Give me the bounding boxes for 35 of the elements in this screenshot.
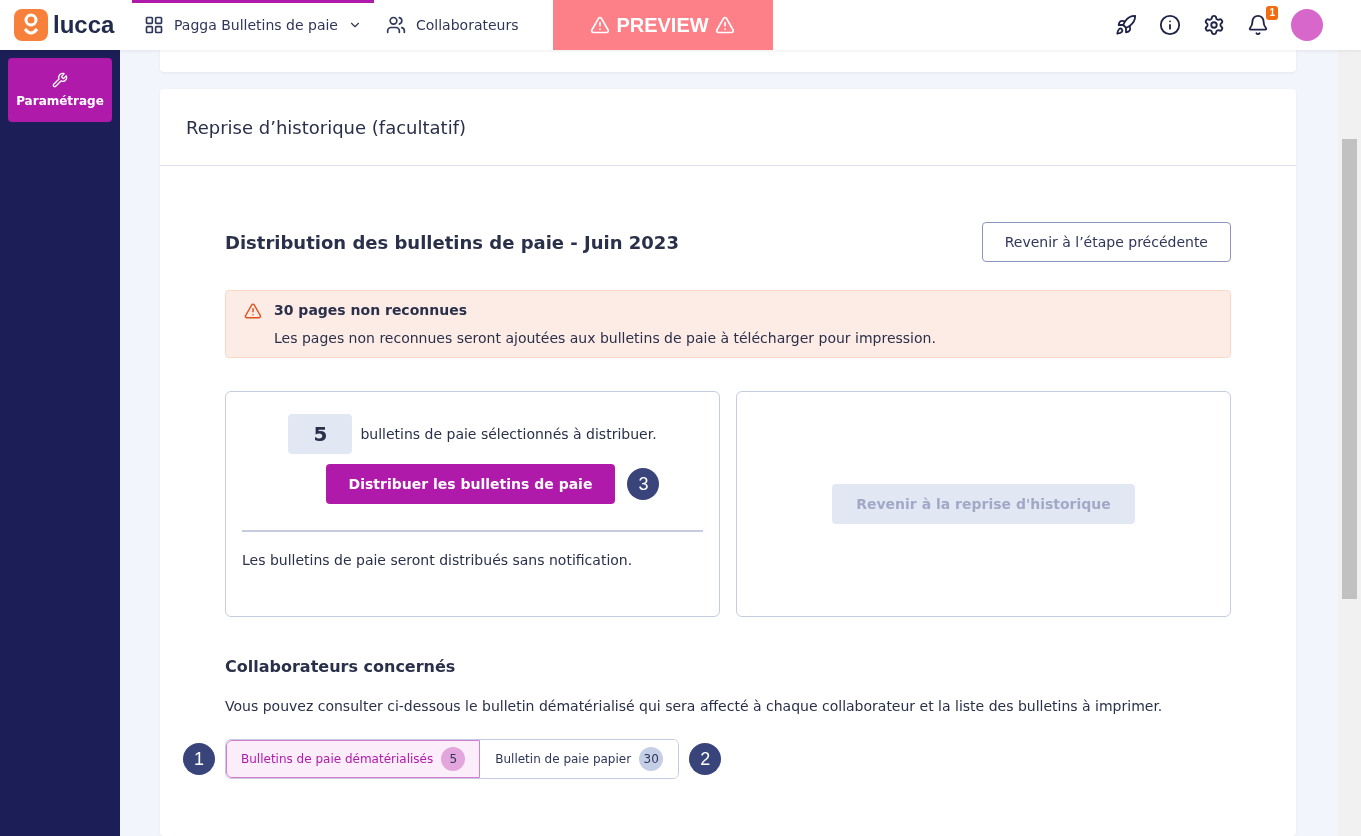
logo-text: lucca [53, 11, 115, 39]
users-icon [386, 15, 406, 35]
info-icon[interactable] [1159, 14, 1181, 36]
alert-text: Les pages non reconnues seront ajoutées aux bulletins de paie à télécharger pour impression. [274, 330, 937, 346]
scrollbar-thumb[interactable] [1342, 139, 1357, 599]
avatar[interactable] [1291, 9, 1323, 41]
section-description: Vous pouvez consulter ci-dessous le bulletin dématérialisé qui sera affecté à chaque collaborateur et la liste des bulletins à imprimer. [225, 698, 1164, 714]
step-marker: 2 [689, 743, 722, 775]
scrollbar[interactable] [1338, 50, 1361, 836]
alert-title: 30 pages non reconnues [274, 302, 469, 320]
notification-badge: 1 [1266, 6, 1278, 20]
card-title: Reprise d’historique (facultatif) [160, 89, 1296, 166]
bell-icon [1247, 14, 1269, 36]
note-text: Les bulletins de paie seront distribués sans notification. [242, 552, 634, 568]
wrench-icon [52, 72, 68, 88]
warning-icon [244, 302, 262, 320]
sidebar-item[interactable]: Paramétrage [8, 58, 112, 122]
settings-icon[interactable] [1203, 14, 1225, 36]
section-title: Collaborateurs concernés [225, 657, 457, 676]
section-heading: Distribution des bulletins de paie - Juin 2023 [225, 231, 679, 253]
count-text: bulletins de paie sélectionnés à distribuer. [360, 426, 657, 442]
apps-grid-icon [144, 15, 164, 35]
tab-count: 30 [639, 747, 664, 771]
distribute-button[interactable]: Distribuer les bulletins de paie [325, 464, 616, 504]
step-marker: 1 [183, 743, 215, 775]
nav-link[interactable]: Collaborateurs [374, 0, 531, 50]
back-button[interactable]: Revenir à l’étape précédente [981, 222, 1231, 262]
count-badge: 5 [288, 414, 353, 454]
logo-icon [14, 9, 48, 41]
rocket-icon[interactable] [1115, 14, 1137, 36]
step-marker: 3 [627, 468, 660, 500]
preview-banner: PREVIEW [552, 0, 773, 50]
tab-count: 5 [441, 747, 466, 771]
nav-link[interactable]: Pagga Bulletins de paie [132, 0, 374, 50]
tab[interactable]: Bulletins de paie dématérialisés 5 [226, 740, 481, 778]
